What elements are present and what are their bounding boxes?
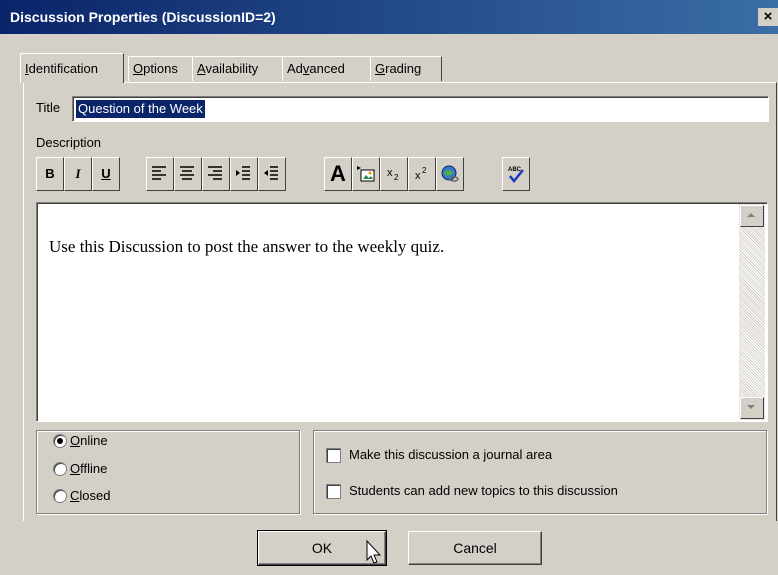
align-left-icon — [152, 166, 166, 180]
tab-identification-label: dentification — [28, 61, 99, 76]
outdent-button[interactable] — [258, 157, 286, 191]
close-icon[interactable]: × — [758, 8, 778, 26]
tab-options-label: ptions — [143, 61, 178, 76]
align-left-button[interactable] — [146, 157, 174, 191]
radio-offline-button[interactable] — [53, 462, 67, 476]
radio-offline-label-rest: ffline — [80, 461, 108, 476]
discussion-properties-dialog: Discussion Properties (DiscussionID=2) ×… — [0, 0, 778, 575]
superscript-icon: x2 — [415, 166, 427, 182]
subscript-icon: x2 — [387, 167, 399, 182]
outdent-icon — [264, 166, 278, 180]
tab-advanced[interactable]: Advanced — [282, 56, 372, 81]
editor-toolbar: B I U A x2 x2 ABC — [36, 157, 768, 199]
description-label: Description — [36, 135, 102, 150]
tab-options-access-key: O — [133, 61, 144, 76]
tab-grading-access-key: G — [375, 61, 386, 76]
radio-online-dot — [57, 438, 63, 444]
tab-availability-label: vailability — [205, 61, 259, 76]
radio-offline-access-key: O — [70, 461, 81, 476]
tab-options[interactable]: Options — [128, 56, 194, 81]
description-text: Use this Discussion to post the answer t… — [49, 237, 445, 256]
mouse-cursor-icon — [366, 540, 382, 564]
tab-advanced-prefix: Ad — [287, 61, 303, 76]
radio-closed-access-key: C — [70, 488, 80, 503]
editor-scrollbar[interactable] — [739, 204, 765, 420]
svg-text:ABC: ABC — [508, 167, 522, 173]
radio-online-label: Online — [70, 433, 108, 448]
radio-closed-label-rest: losed — [79, 488, 111, 503]
align-center-icon — [180, 166, 194, 180]
radio-closed-label: Closed — [70, 488, 110, 503]
title-label: Title — [36, 100, 61, 115]
new-topics-label: Students can add new topics to this disc… — [349, 483, 618, 498]
font-icon: A — [330, 161, 346, 186]
cancel-button[interactable]: Cancel — [408, 531, 542, 565]
tab-availability[interactable]: Availability — [192, 56, 284, 81]
window-title: Discussion Properties (DiscussionID=2) — [10, 9, 276, 25]
insert-image-icon — [357, 166, 375, 182]
tab-grading[interactable]: Grading — [370, 56, 442, 81]
title-bar: Discussion Properties (DiscussionID=2) × — [0, 0, 778, 34]
cancel-button-label: Cancel — [453, 540, 497, 556]
new-topics-checkbox[interactable] — [326, 484, 341, 499]
align-right-icon — [208, 166, 222, 180]
radio-online-access-key: O — [70, 433, 81, 448]
scroll-up-button[interactable] — [740, 205, 764, 227]
tab-identification[interactable]: Identification — [20, 53, 124, 83]
tab-grading-label: rading — [385, 61, 422, 76]
radio-offline-label: Offline — [70, 461, 107, 476]
scroll-down-button[interactable] — [740, 397, 764, 419]
bold-button[interactable]: B — [36, 157, 64, 191]
superscript-button[interactable]: x2 — [408, 157, 436, 191]
journal-label: Make this discussion a journal area — [349, 447, 553, 462]
insert-link-icon — [441, 165, 459, 182]
spellcheck-button[interactable]: ABC — [502, 157, 530, 191]
journal-checkbox[interactable] — [326, 448, 341, 463]
scroll-up-icon — [747, 213, 755, 217]
scroll-down-icon — [747, 405, 755, 409]
svg-text:2: 2 — [422, 166, 427, 175]
settings-group — [313, 430, 767, 514]
insert-link-button[interactable] — [436, 157, 464, 191]
italic-button[interactable]: I — [64, 157, 92, 191]
svg-text:x: x — [387, 167, 393, 179]
radio-closed-button[interactable] — [53, 489, 67, 503]
radio-online-button[interactable] — [53, 434, 67, 448]
underline-icon: U — [101, 166, 111, 181]
spellcheck-icon: ABC — [508, 167, 524, 183]
description-editor[interactable]: Use this Discussion to post the answer t… — [36, 202, 768, 422]
ok-button-label: OK — [311, 540, 333, 556]
insert-image-button[interactable] — [352, 157, 380, 191]
title-input[interactable]: Question of the Week — [72, 96, 769, 122]
italic-icon: I — [75, 166, 81, 181]
bold-icon: B — [45, 166, 55, 181]
align-right-button[interactable] — [202, 157, 230, 191]
radio-online-label-rest: nline — [80, 433, 108, 448]
indent-icon — [236, 166, 250, 180]
tab-advanced-label: anced — [309, 61, 345, 76]
font-button[interactable]: A — [324, 157, 352, 191]
align-center-button[interactable] — [174, 157, 202, 191]
subscript-button[interactable]: x2 — [380, 157, 408, 191]
indent-button[interactable] — [230, 157, 258, 191]
underline-button[interactable]: U — [92, 157, 120, 191]
svg-text:2: 2 — [394, 173, 399, 182]
title-input-value: Question of the Week — [76, 100, 205, 118]
svg-text:x: x — [415, 170, 421, 182]
